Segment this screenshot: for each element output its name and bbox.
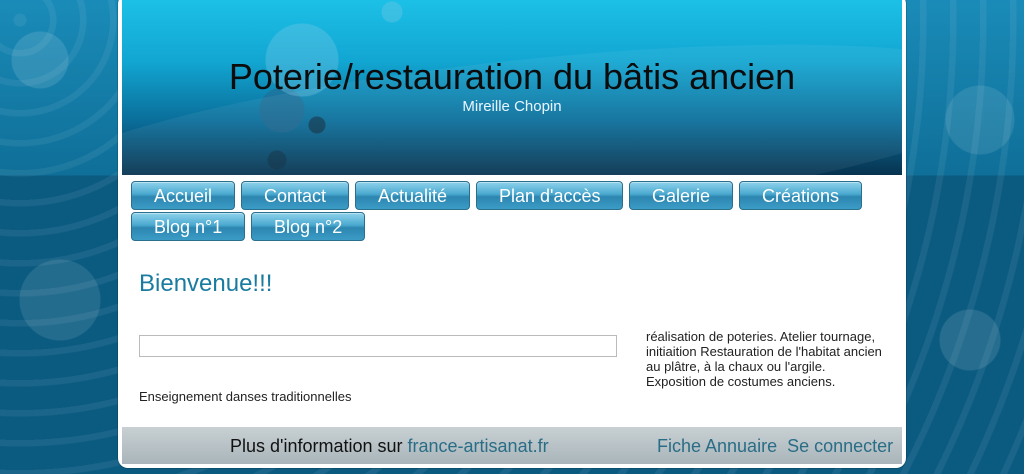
welcome-heading: Bienvenue!!! bbox=[139, 270, 273, 297]
description-line: initiaition Restauration de l'habitat an… bbox=[646, 344, 882, 359]
nav-galerie[interactable]: Galerie bbox=[629, 181, 733, 210]
description-line: réalisation de poteries. Atelier tournag… bbox=[646, 329, 876, 344]
site-subtitle: Mireille Chopin bbox=[462, 98, 562, 115]
footer-actions: Fiche Annuaire Se connecter bbox=[657, 436, 893, 457]
description-text: réalisation de poteries. Atelier tournag… bbox=[646, 329, 896, 389]
teaching-text: Enseignement danses traditionnelles bbox=[139, 389, 352, 404]
nav-actualite[interactable]: Actualité bbox=[355, 181, 470, 210]
content-box bbox=[139, 335, 617, 357]
nav-contact[interactable]: Contact bbox=[241, 181, 349, 210]
nav-plan-acces[interactable]: Plan d'accès bbox=[476, 181, 623, 210]
login-link[interactable]: Se connecter bbox=[787, 436, 893, 456]
description-line: au plâtre, à la chaux ou l'argile. bbox=[646, 359, 826, 374]
footer-info: Plus d'information sur france-artisanat.… bbox=[230, 436, 549, 457]
nav-accueil[interactable]: Accueil bbox=[131, 181, 235, 210]
site-title: Poterie/restauration du bâtis ancien bbox=[228, 56, 796, 97]
france-artisanat-link[interactable]: france-artisanat.fr bbox=[408, 436, 549, 456]
fiche-annuaire-link[interactable]: Fiche Annuaire bbox=[657, 436, 777, 456]
nav-blog-1[interactable]: Blog n°1 bbox=[131, 212, 245, 241]
nav-creations[interactable]: Créations bbox=[739, 181, 862, 210]
footer-info-prefix: Plus d'information sur bbox=[230, 436, 408, 456]
nav-blog-2[interactable]: Blog n°2 bbox=[251, 212, 365, 241]
site-header: Poterie/restauration du bâtis ancien Mir… bbox=[122, 0, 902, 175]
description-line: Exposition de costumes anciens. bbox=[646, 374, 836, 389]
